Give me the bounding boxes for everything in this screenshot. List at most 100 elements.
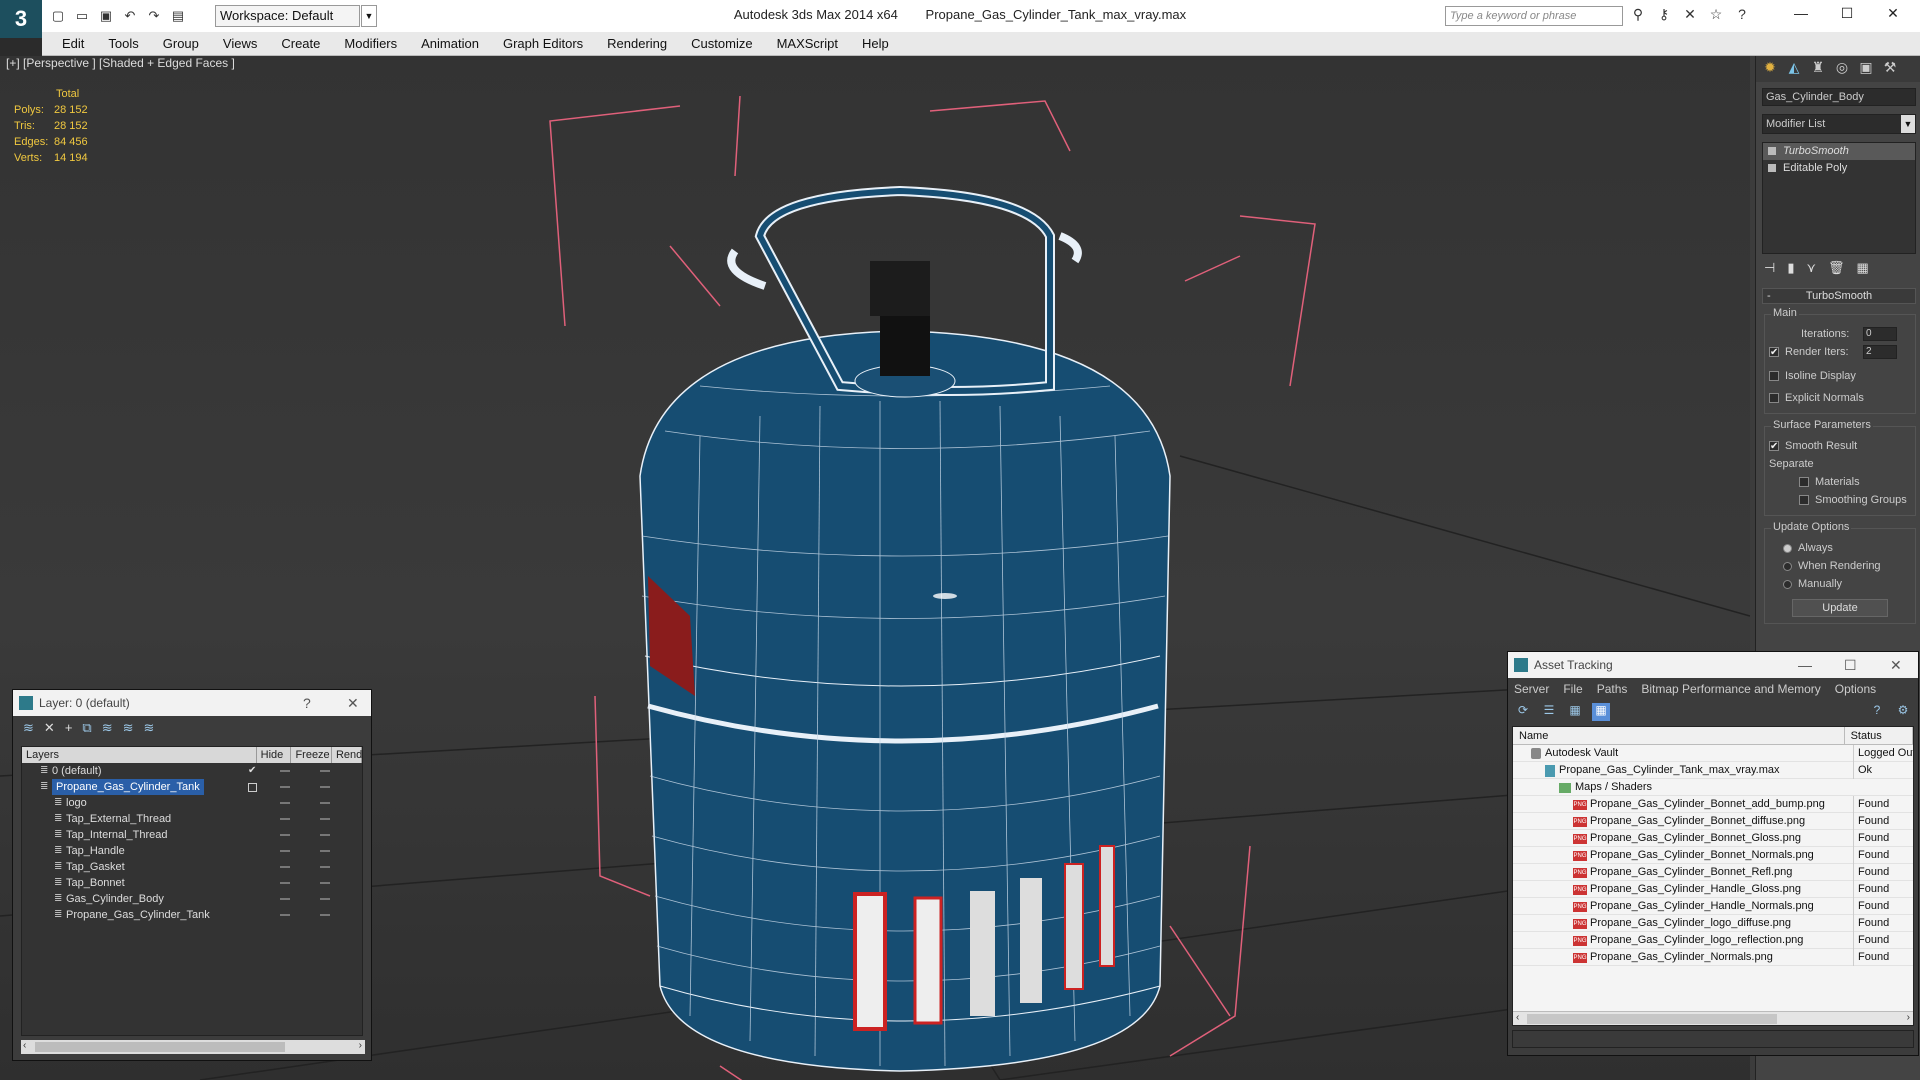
layer-column-hide[interactable]: Hide <box>257 747 292 763</box>
create-tab-icon[interactable]: ✹ <box>1760 59 1780 79</box>
toggle-dash[interactable] <box>280 834 290 836</box>
toggle-dash[interactable] <box>320 834 330 836</box>
key-icon[interactable]: ⚷ <box>1654 6 1674 26</box>
asset-column-name[interactable]: Name <box>1513 727 1845 744</box>
asset-menu-server[interactable]: Server <box>1514 678 1549 700</box>
object-name-field[interactable]: Gas_Cylinder_Body <box>1762 88 1916 106</box>
layer-row[interactable]: ≣Tap_Gasket◕ <box>22 859 362 875</box>
modifier-toggle-icon[interactable] <box>1768 164 1776 172</box>
thumbnail-view-icon[interactable]: ▦ <box>1566 703 1584 721</box>
asset-menu-paths[interactable]: Paths <box>1597 678 1628 700</box>
chevron-down-icon[interactable]: ▼ <box>361 5 377 27</box>
close-icon[interactable]: ✕ <box>347 690 359 716</box>
toggle-dash[interactable] <box>280 866 290 868</box>
menu-item-tools[interactable]: Tools <box>96 32 150 55</box>
layer-row[interactable]: ≣Gas_Cylinder_Body◕ <box>22 891 362 907</box>
menu-item-views[interactable]: Views <box>211 32 269 55</box>
asset-row[interactable]: PNG Propane_Gas_Cylinder_Bonnet_diffuse.p… <box>1513 813 1913 830</box>
menu-item-rendering[interactable]: Rendering <box>595 32 679 55</box>
layer-row[interactable]: ≣0 (default)✔◕ <box>22 763 362 779</box>
asset-column-status[interactable]: Status <box>1845 727 1913 744</box>
table-view-icon[interactable]: ▦ <box>1592 703 1610 721</box>
modifier-stack[interactable]: TurboSmooth Editable Poly <box>1762 142 1916 254</box>
modifier-list-dropdown[interactable]: Modifier List ▼ <box>1762 114 1916 134</box>
asset-row[interactable]: PNG Propane_Gas_Cylinder_logo_diffuse.png… <box>1513 915 1913 932</box>
asset-row[interactable]: PNG Propane_Gas_Cylinder_logo_reflection.… <box>1513 932 1913 949</box>
toggle-dash[interactable] <box>320 818 330 820</box>
chevron-down-icon[interactable]: ▼ <box>1901 115 1915 133</box>
scroll-thumb[interactable] <box>35 1042 285 1052</box>
asset-row[interactable]: PNG Propane_Gas_Cylinder_Handle_Gloss.png… <box>1513 881 1913 898</box>
delete-layer-icon[interactable]: ✕ <box>44 720 55 738</box>
maximize-icon[interactable]: ☐ <box>1824 0 1870 30</box>
scroll-left-icon[interactable]: ‹ <box>1516 1012 1519 1023</box>
layer-row[interactable]: ≣Tap_External_Thread◕ <box>22 811 362 827</box>
toggle-dash[interactable] <box>320 898 330 900</box>
asset-menu-file[interactable]: File <box>1563 678 1582 700</box>
pin-stack-icon[interactable]: ⊣ <box>1764 260 1775 276</box>
toggle-dash[interactable] <box>320 802 330 804</box>
menu-item-maxscript[interactable]: MAXScript <box>765 32 850 55</box>
toggle-dash[interactable] <box>320 770 330 772</box>
show-end-result-icon[interactable]: ▮ <box>1787 260 1794 276</box>
scroll-right-icon[interactable]: › <box>1907 1012 1910 1023</box>
freeze-all-icon[interactable]: ≋ <box>144 720 155 738</box>
project-folder-icon[interactable]: ▤ <box>168 6 188 26</box>
layer-horizontal-scrollbar[interactable]: ‹ › <box>21 1040 365 1054</box>
highlight-layer-icon[interactable]: ≋ <box>102 720 113 738</box>
layer-row[interactable]: ≣Propane_Gas_Cylinder_Tank◕ <box>22 779 362 795</box>
asset-row[interactable]: PNG Propane_Gas_Cylinder_Bonnet_add_bump.… <box>1513 796 1913 813</box>
close-icon[interactable]: ✕ <box>1870 0 1916 30</box>
asset-panel-titlebar[interactable]: Asset Tracking — ☐ ✕ <box>1508 652 1918 678</box>
asset-menu-options[interactable]: Options <box>1835 678 1876 700</box>
layer-row[interactable]: ≣Tap_Handle◕ <box>22 843 362 859</box>
add-to-layer-icon[interactable]: + <box>65 720 73 738</box>
menu-item-customize[interactable]: Customize <box>679 32 764 55</box>
minimize-icon[interactable]: — <box>1778 0 1824 30</box>
save-icon[interactable]: ▣ <box>96 6 116 26</box>
toggle-dash[interactable] <box>280 818 290 820</box>
isoline-checkbox[interactable] <box>1769 371 1779 381</box>
app-logo[interactable]: 3 <box>0 0 42 38</box>
star-icon[interactable]: ☆ <box>1706 6 1726 26</box>
menu-item-animation[interactable]: Animation <box>409 32 491 55</box>
layer-row[interactable]: ≣Propane_Gas_Cylinder_Tank◕ <box>22 907 362 923</box>
new-layer-icon[interactable]: ≋ <box>23 720 34 738</box>
binoculars-icon[interactable]: ⚲ <box>1628 6 1648 26</box>
help-icon[interactable]: ? <box>303 690 311 716</box>
modify-tab-icon[interactable]: ◭ <box>1784 59 1804 79</box>
new-file-icon[interactable]: ▢ <box>48 6 68 26</box>
toggle-dash[interactable] <box>280 770 290 772</box>
open-file-icon[interactable]: ▭ <box>72 6 92 26</box>
search-input[interactable]: Type a keyword or phrase <box>1445 6 1623 26</box>
asset-row[interactable]: Propane_Gas_Cylinder_Tank_max_vray.max Ok <box>1513 762 1913 779</box>
layer-row[interactable]: ≣logo◕ <box>22 795 362 811</box>
scroll-thumb[interactable] <box>1527 1014 1777 1024</box>
help-icon[interactable]: ? <box>1732 6 1752 26</box>
minimize-icon[interactable]: — <box>1798 652 1812 678</box>
tools-icon[interactable]: ✕ <box>1680 6 1700 26</box>
toggle-dash[interactable] <box>280 786 290 788</box>
menu-item-create[interactable]: Create <box>269 32 332 55</box>
toggle-dash[interactable] <box>320 850 330 852</box>
scroll-left-icon[interactable]: ‹ <box>23 1040 26 1051</box>
asset-row[interactable]: PNG Propane_Gas_Cylinder_Handle_Normals.p… <box>1513 898 1913 915</box>
asset-row[interactable]: PNG Propane_Gas_Cylinder_Bonnet_Refl.png F… <box>1513 864 1913 881</box>
iterations-spinner[interactable]: 0 <box>1863 327 1897 341</box>
remove-modifier-icon[interactable]: 🗑 <box>1828 260 1845 276</box>
asset-row[interactable]: PNG Propane_Gas_Cylinder_Bonnet_Normals.p… <box>1513 847 1913 864</box>
menu-item-group[interactable]: Group <box>151 32 211 55</box>
smoothing-groups-checkbox[interactable] <box>1799 495 1809 505</box>
manually-radio[interactable] <box>1783 579 1792 589</box>
smooth-result-checkbox[interactable] <box>1769 438 1779 456</box>
toggle-dash[interactable] <box>320 866 330 868</box>
select-objects-icon[interactable]: ⧉ <box>82 720 91 738</box>
asset-row[interactable]: Autodesk Vault Logged Out <box>1513 745 1913 762</box>
asset-row[interactable]: PNG Propane_Gas_Cylinder_Normals.png Found <box>1513 949 1913 966</box>
when-rendering-radio[interactable] <box>1783 561 1792 571</box>
maximize-icon[interactable]: ☐ <box>1844 652 1857 678</box>
menu-item-modifiers[interactable]: Modifiers <box>332 32 409 55</box>
explicit-normals-checkbox[interactable] <box>1769 393 1779 403</box>
render-iters-checkbox[interactable] <box>1769 344 1779 362</box>
close-icon[interactable]: ✕ <box>1890 652 1902 678</box>
